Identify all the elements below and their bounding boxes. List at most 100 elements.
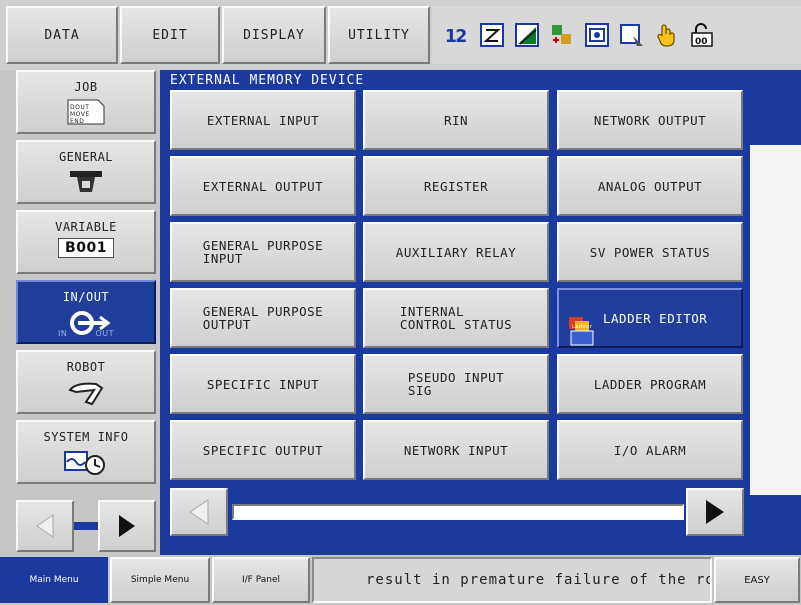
in-label: IN xyxy=(58,329,68,338)
status-icons-area: 12 00 xyxy=(432,6,801,64)
register-label: REGISTER xyxy=(423,178,489,194)
nav-in-out-button[interactable]: IN/OUT IN OUT xyxy=(16,280,156,344)
ladder-program-label: LADDER PROGRAM xyxy=(593,376,707,392)
nav-job-button[interactable]: JOB DOUT MOVE END xyxy=(16,70,156,134)
nav-in-out-label: IN/OUT xyxy=(62,290,110,304)
analog-output-button[interactable]: ANALOG OUTPUT xyxy=(557,156,743,216)
register-button[interactable]: REGISTER xyxy=(363,156,549,216)
nav-variable-label: VARIABLE xyxy=(55,220,117,234)
easy-mode-label: EASY xyxy=(744,574,770,586)
sequence-number-icon: 12 xyxy=(444,22,470,48)
right-strip-area xyxy=(750,145,801,495)
if-panel-button[interactable]: I/F Panel xyxy=(212,557,310,603)
if-panel-label: I/F Panel xyxy=(241,575,280,585)
scroll-track[interactable] xyxy=(232,504,684,520)
nav-general-button[interactable]: GENERAL xyxy=(16,140,156,204)
nav-next-button[interactable] xyxy=(98,500,156,552)
job-icon-line-2: MOVE xyxy=(70,111,90,118)
rin-button[interactable]: RIN xyxy=(363,90,549,150)
main-panel: EXTERNAL MEMORY DEVICE EXTERNAL INPUT RI… xyxy=(160,70,750,555)
menu-data-label: DATA xyxy=(44,27,80,43)
auxiliary-relay-button[interactable]: AUXILIARY RELAY xyxy=(363,222,549,282)
signal-level-icon xyxy=(514,22,540,48)
menu-edit-button[interactable]: EDIT xyxy=(120,6,220,64)
network-output-button[interactable]: NETWORK OUTPUT xyxy=(557,90,743,150)
analog-output-label: ANALOG OUTPUT xyxy=(597,178,703,194)
left-navigation: JOB DOUT MOVE END GENERAL VARIABLE B001 … xyxy=(0,70,160,555)
ladder-editor-label: LADDER EDITOR xyxy=(603,310,708,326)
variable-icon-text: B001 xyxy=(58,238,114,258)
rin-label: RIN xyxy=(443,112,469,128)
left-arrow-icon xyxy=(36,514,54,538)
network-input-label: NETWORK INPUT xyxy=(403,442,509,458)
nav-robot-label: ROBOT xyxy=(66,360,106,374)
menu-utility-label: UTILITY xyxy=(348,27,410,43)
specific-output-button[interactable]: SPECIFIC OUTPUT xyxy=(170,420,356,480)
general-tool-icon xyxy=(68,168,104,194)
specific-output-label: SPECIFIC OUTPUT xyxy=(202,442,324,458)
svg-text:00: 00 xyxy=(695,37,708,47)
general-purpose-output-button[interactable]: GENERAL PURPOSE OUTPUT xyxy=(170,288,356,348)
specific-input-button[interactable]: SPECIFIC INPUT xyxy=(170,354,356,414)
svg-text:2: 2 xyxy=(455,27,467,47)
ladder-editor-button[interactable]: Ladder LADDER EDITOR xyxy=(557,288,743,348)
ladder-icon-text: Ladder xyxy=(572,324,593,330)
network-input-button[interactable]: NETWORK INPUT xyxy=(363,420,549,480)
menu-display-button[interactable]: DISPLAY xyxy=(222,6,326,64)
pseudo-input-sig-label: PSEUDO INPUT SIG xyxy=(407,370,505,398)
general-purpose-input-button[interactable]: GENERAL PURPOSE INPUT xyxy=(170,222,356,282)
specific-input-label: SPECIFIC INPUT xyxy=(206,376,320,392)
top-menu-bar: DATA EDIT DISPLAY UTILITY 12 00 xyxy=(0,0,801,70)
io-alarm-label: I/O ALARM xyxy=(613,442,687,458)
scroll-left-button[interactable] xyxy=(170,488,228,536)
coordinate-icon xyxy=(549,22,575,48)
bottom-status-bar: Main Menu Simple Menu I/F Panel result i… xyxy=(0,555,801,605)
network-output-label: NETWORK OUTPUT xyxy=(593,112,707,128)
job-icon-line-1: DOUT xyxy=(70,104,90,111)
pseudo-input-sig-button[interactable]: PSEUDO INPUT SIG xyxy=(363,354,549,414)
right-arrow-icon xyxy=(119,515,135,537)
external-output-label: EXTERNAL OUTPUT xyxy=(202,178,324,194)
menu-display-label: DISPLAY xyxy=(243,27,305,43)
io-alarm-button[interactable]: I/O ALARM xyxy=(557,420,743,480)
internal-control-status-label: INTERNAL CONTROL STATUS xyxy=(399,304,513,332)
nav-system-info-button[interactable]: SYSTEM INFO xyxy=(16,420,156,484)
sv-power-status-button[interactable]: SV POWER STATUS xyxy=(557,222,743,282)
menu-data-button[interactable]: DATA xyxy=(6,6,118,64)
system-info-icon xyxy=(63,448,109,476)
easy-mode-button[interactable]: EASY xyxy=(714,557,800,603)
external-output-button[interactable]: EXTERNAL OUTPUT xyxy=(170,156,356,216)
out-label: OUT xyxy=(95,329,114,338)
nav-job-label: JOB xyxy=(74,80,98,94)
menu-utility-button[interactable]: UTILITY xyxy=(328,6,430,64)
job-icon-line-3: END xyxy=(70,118,85,125)
pager-link xyxy=(74,522,98,530)
nav-variable-button[interactable]: VARIABLE B001 xyxy=(16,210,156,274)
horizontal-scrollbar[interactable] xyxy=(170,488,745,536)
main-menu-label: Main Menu xyxy=(29,575,79,585)
teach-mode-icon xyxy=(584,22,610,48)
nav-pager xyxy=(16,500,156,552)
nav-prev-button[interactable] xyxy=(16,500,74,552)
scroll-left-icon xyxy=(189,499,209,525)
internal-control-status-button[interactable]: INTERNAL CONTROL STATUS xyxy=(363,288,549,348)
main-menu-button[interactable]: Main Menu xyxy=(0,557,108,603)
screen-icon xyxy=(619,22,645,48)
simple-menu-button[interactable]: Simple Menu xyxy=(110,557,210,603)
scroll-right-icon xyxy=(706,500,724,524)
robot-arm-icon xyxy=(66,378,106,406)
ladder-program-button[interactable]: LADDER PROGRAM xyxy=(557,354,743,414)
scroll-right-button[interactable] xyxy=(686,488,744,536)
nav-general-label: GENERAL xyxy=(58,150,114,164)
external-input-button[interactable]: EXTERNAL INPUT xyxy=(170,90,356,150)
security-icon: 00 xyxy=(689,22,715,48)
general-purpose-input-label: GENERAL PURPOSE INPUT xyxy=(202,238,324,266)
in-out-icon: IN OUT xyxy=(58,308,114,338)
hand-icon xyxy=(654,22,680,48)
panel-title: EXTERNAL MEMORY DEVICE xyxy=(170,73,365,86)
message-line: result in premature failure of the rob xyxy=(312,557,712,603)
nav-robot-button[interactable]: ROBOT xyxy=(16,350,156,414)
right-strip xyxy=(750,70,801,555)
simple-menu-label: Simple Menu xyxy=(130,575,190,585)
variable-icon: B001 xyxy=(58,238,114,258)
